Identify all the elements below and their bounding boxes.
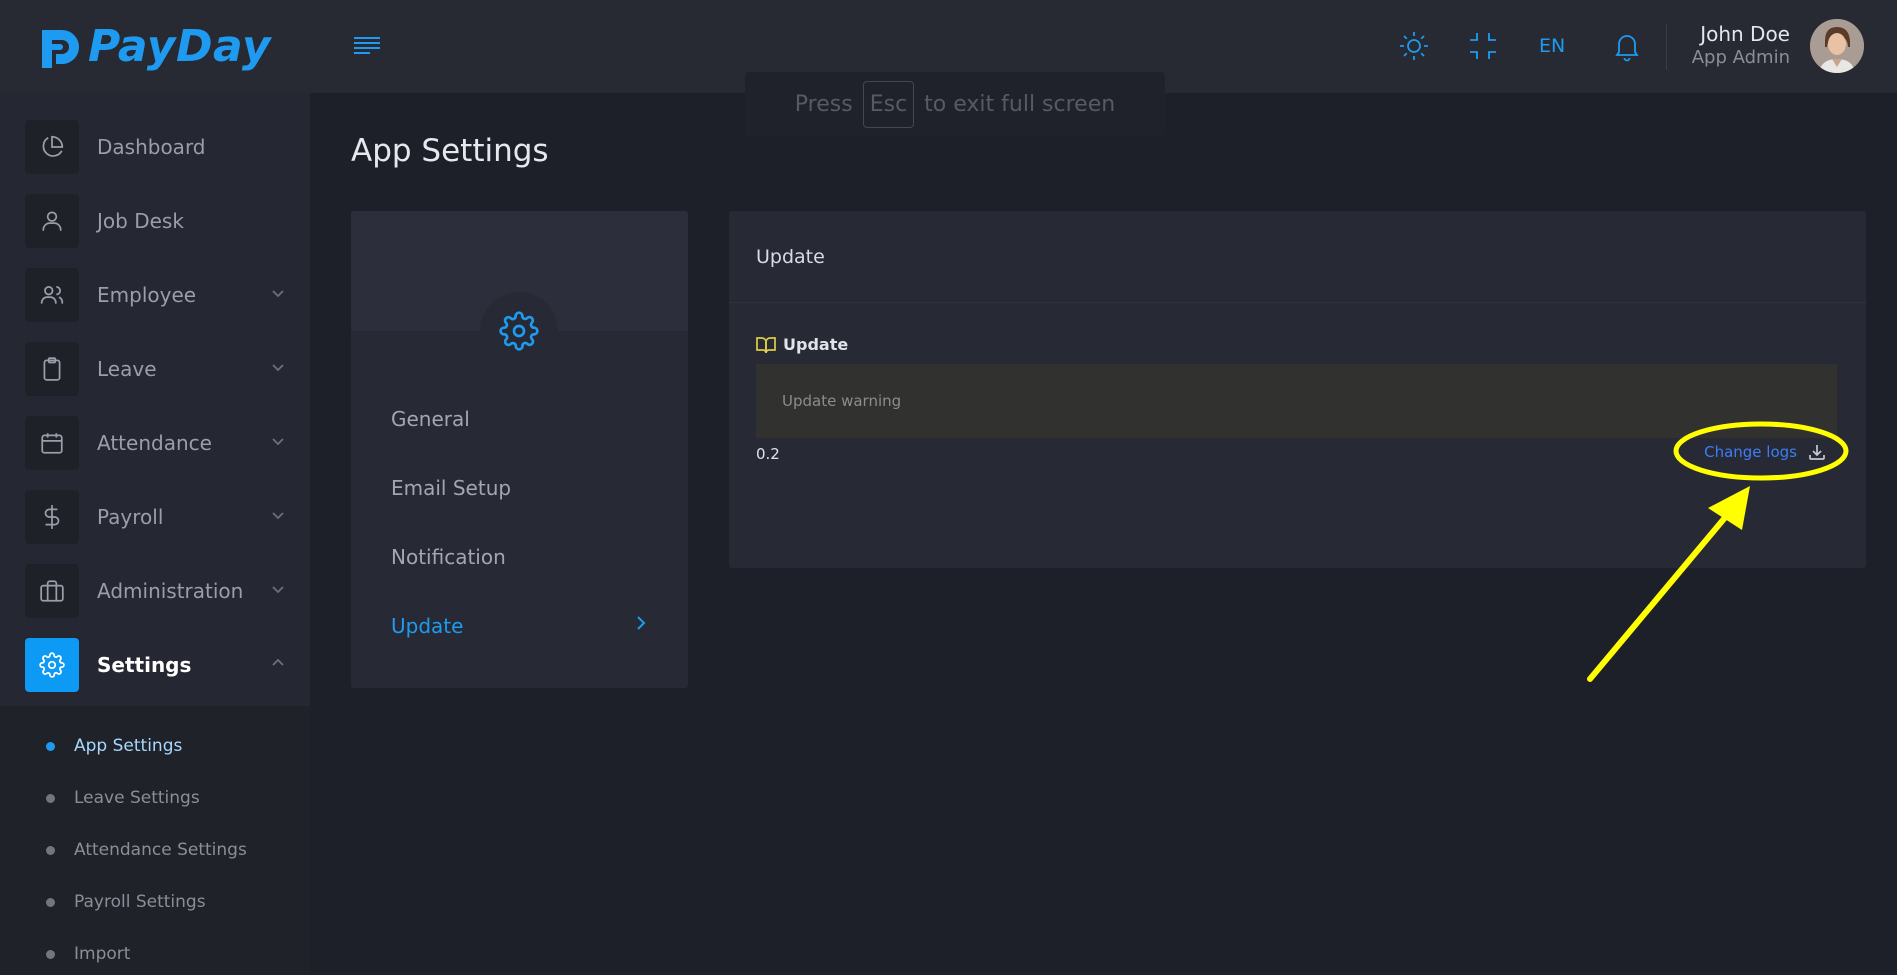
user-role: App Admin: [1691, 47, 1790, 68]
payday-logo-icon: [42, 29, 79, 68]
dollar-icon: [25, 489, 79, 544]
sidebar-item-attendance[interactable]: Attendance: [0, 415, 310, 470]
avatar[interactable]: [1810, 19, 1864, 73]
sidebar-nav: Dashboard Job Desk Employee Leave Attend…: [0, 93, 310, 692]
submenu-item-app-settings[interactable]: App Settings: [0, 720, 310, 772]
sidebar-item-label: Dashboard: [97, 134, 206, 159]
toast-text-after: to exit full screen: [924, 92, 1116, 117]
chevron-down-icon: [270, 359, 286, 379]
gear-icon: [480, 292, 558, 370]
change-logs-link[interactable]: Change logs: [1704, 442, 1827, 462]
logo[interactable]: PayDay: [0, 0, 310, 93]
settings-tab-general[interactable]: General: [391, 384, 651, 453]
submenu-item-leave-settings[interactable]: Leave Settings: [0, 772, 310, 824]
fullscreen-toast: Press Esc to exit full screen: [745, 72, 1165, 137]
book-open-icon: [756, 336, 776, 353]
toast-text-before: Press: [794, 92, 853, 117]
settings-menu-card: General Email Setup Notification Update: [351, 211, 688, 688]
language-selector[interactable]: EN: [1539, 35, 1565, 57]
bullet-icon: [46, 897, 55, 907]
change-logs-label: Change logs: [1704, 443, 1797, 461]
sun-icon[interactable]: [1397, 29, 1431, 63]
settings-tab-label: Email Setup: [391, 475, 512, 500]
bullet-icon: [46, 949, 55, 959]
brand-name-day: Day: [175, 21, 271, 72]
sidebar-item-label: Payroll: [97, 504, 164, 529]
chevron-up-icon: [270, 655, 286, 675]
esc-key: Esc: [862, 81, 915, 128]
submenu-item-attendance-settings[interactable]: Attendance Settings: [0, 824, 310, 876]
submenu-item-payroll-settings[interactable]: Payroll Settings: [0, 876, 310, 928]
submenu-item-import[interactable]: Import: [0, 928, 310, 975]
chevron-down-icon: [270, 581, 286, 601]
sidebar-item-job-desk[interactable]: Job Desk: [0, 193, 310, 248]
brand-name: PayDay: [88, 21, 271, 72]
settings-tab-label: Notification: [391, 544, 506, 569]
user-info[interactable]: John Doe App Admin: [1692, 22, 1790, 68]
version-number: 0.2: [756, 445, 780, 463]
page-title: App Settings: [351, 133, 549, 169]
update-section-title: Update: [756, 335, 848, 354]
chevron-down-icon: [270, 507, 286, 527]
briefcase-icon: [25, 563, 79, 618]
settings-tab-update[interactable]: Update: [391, 591, 651, 660]
gear-icon: [25, 637, 79, 692]
users-icon: [25, 267, 79, 322]
sidebar-item-label: Job Desk: [97, 208, 184, 233]
sidebar-item-leave[interactable]: Leave: [0, 341, 310, 396]
update-section-title-text: Update: [783, 335, 849, 354]
sidebar-item-label: Attendance: [97, 430, 212, 455]
sidebar-item-label: Settings: [97, 652, 192, 677]
settings-tab-label: Update: [391, 613, 464, 638]
sidebar-item-settings[interactable]: Settings: [0, 637, 310, 692]
sidebar-item-label: Employee: [97, 282, 197, 307]
sidebar-item-employee[interactable]: Employee: [0, 267, 310, 322]
submenu-item-label: Payroll Settings: [74, 892, 206, 912]
settings-tab-email-setup[interactable]: Email Setup: [391, 453, 651, 522]
divider: [1666, 24, 1667, 70]
user-icon: [25, 193, 79, 248]
user-name: John Doe: [1700, 22, 1790, 46]
settings-submenu: App Settings Leave Settings Attendance S…: [0, 706, 310, 975]
brand-name-pay: Pay: [88, 21, 176, 72]
bullet-icon: [46, 741, 55, 751]
sidebar-item-label: Leave: [97, 356, 157, 381]
update-card: Update Update Update warning 0.2 Change …: [729, 211, 1866, 568]
bullet-icon: [46, 793, 55, 803]
menu-toggle-icon[interactable]: [352, 33, 382, 59]
submenu-item-label: Attendance Settings: [74, 840, 247, 860]
sidebar-item-label: Administration: [97, 578, 244, 603]
sidebar-item-administration[interactable]: Administration: [0, 563, 310, 618]
chevron-down-icon: [270, 285, 286, 305]
update-warning: Update warning: [756, 364, 1837, 438]
bullet-icon: [46, 845, 55, 855]
submenu-item-label: Import: [74, 944, 131, 964]
clipboard-icon: [25, 341, 79, 396]
sidebar-item-payroll[interactable]: Payroll: [0, 489, 310, 544]
sidebar: PayDay Dashboard Job Desk Employee Leave…: [0, 0, 310, 975]
sidebar-item-dashboard[interactable]: Dashboard: [0, 119, 310, 174]
download-icon: [1809, 445, 1825, 460]
bell-icon[interactable]: [1610, 29, 1644, 63]
settings-tab-label: General: [391, 406, 470, 431]
submenu-item-label: Leave Settings: [74, 788, 200, 808]
chevron-right-icon: [631, 613, 651, 638]
pie-chart-icon: [25, 119, 79, 174]
update-card-header: Update: [729, 211, 1866, 303]
exit-fullscreen-icon[interactable]: [1466, 29, 1500, 63]
chevron-down-icon: [270, 433, 286, 453]
settings-menu-list: General Email Setup Notification Update: [391, 384, 651, 660]
submenu-item-label: App Settings: [74, 736, 183, 756]
calendar-icon: [25, 415, 79, 470]
settings-tab-notification[interactable]: Notification: [391, 522, 651, 591]
